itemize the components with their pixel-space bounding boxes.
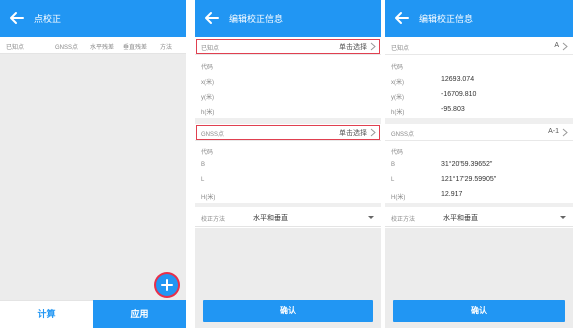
field-row: 代码 — [385, 143, 573, 158]
field-row: y(米) -16709.810 — [385, 88, 573, 103]
chevron-right-icon — [562, 128, 568, 137]
method-label: 校正方法 — [201, 217, 226, 223]
field-row: h(米) — [195, 103, 381, 118]
calibration-method-select[interactable]: 校正方法 水平和垂直 — [385, 207, 573, 227]
gnss-point-value: A-1 — [548, 128, 559, 135]
page-title: 编辑校正信息 — [229, 14, 284, 24]
column-header-vertical-residual: 垂直残差 — [123, 45, 148, 51]
page-title: 编辑校正信息 — [419, 14, 474, 24]
field-value: -95.803 — [441, 106, 465, 113]
back-arrow-icon[interactable] — [392, 8, 412, 28]
field-label: 代码 — [391, 65, 404, 71]
method-value: 水平和垂直 — [443, 215, 478, 222]
dropdown-arrow-icon — [368, 216, 374, 219]
app-header: 编辑校正信息 — [195, 0, 381, 37]
field-value: 12.917 — [441, 191, 463, 198]
field-row: L 121°17'29.59905" — [385, 173, 573, 188]
gnss-point-label: GNSS点 — [201, 132, 225, 138]
app-header: 点校正 — [0, 0, 186, 37]
field-label: L — [201, 177, 205, 183]
field-label: y(米) — [391, 95, 404, 101]
column-header-gnss-point: GNSS点 — [55, 45, 79, 51]
field-value: 121°17'29.59905" — [441, 176, 497, 183]
bottom-bar: 计算 应用 — [0, 300, 186, 328]
field-row: y(米) — [195, 88, 381, 103]
column-header-method: 方法 — [160, 45, 173, 51]
field-label: y(米) — [201, 95, 214, 101]
known-point-value: A — [554, 42, 559, 49]
chevron-right-icon — [562, 42, 568, 51]
calibration-list — [0, 54, 186, 300]
field-row: B 31°20'59.39652" — [385, 158, 573, 173]
field-label: H(米) — [201, 195, 216, 201]
known-point-action: 单击选择 — [339, 44, 367, 51]
confirm-button[interactable]: 确认 — [393, 300, 565, 322]
field-label: x(米) — [201, 80, 214, 86]
field-label: 代码 — [391, 150, 404, 156]
back-arrow-icon[interactable] — [202, 8, 222, 28]
gnss-point-action: 单击选择 — [339, 130, 367, 137]
field-row: 代码 — [195, 58, 381, 73]
field-row: H(米) 12.917 — [385, 188, 573, 203]
field-value: 12693.074 — [441, 76, 475, 83]
field-label: B — [391, 162, 396, 168]
table-header: 已知点 GNSS点 水平残差 垂直残差 方法 — [0, 37, 186, 54]
field-row: 代码 — [195, 143, 381, 158]
field-label: h(米) — [391, 110, 405, 116]
field-label: 代码 — [201, 65, 214, 71]
app-header: 编辑校正信息 — [385, 0, 573, 37]
field-row: B — [195, 158, 381, 173]
page-title: 点校正 — [34, 14, 62, 24]
apply-button[interactable]: 应用 — [93, 300, 186, 328]
field-label: 代码 — [201, 150, 214, 156]
known-point-selector[interactable]: 已知点 A — [385, 38, 573, 55]
method-label: 校正方法 — [391, 217, 416, 223]
known-point-selector[interactable]: 已知点 单击选择 — [195, 38, 381, 55]
back-arrow-icon[interactable] — [7, 8, 27, 28]
known-point-label: 已知点 — [201, 46, 220, 52]
field-row: x(米) 12693.074 — [385, 73, 573, 88]
column-header-horizontal-residual: 水平残差 — [90, 45, 115, 51]
field-row: H(米) — [195, 188, 381, 203]
calculate-button[interactable]: 计算 — [0, 300, 93, 328]
edit-calibration-screen-empty: 编辑校正信息 已知点 单击选择 代码 x(米) y(米) h(米) GNSS点 … — [195, 0, 381, 328]
add-point-button[interactable] — [156, 274, 178, 296]
dropdown-arrow-icon — [560, 216, 566, 219]
field-row: x(米) — [195, 73, 381, 88]
field-row: 代码 — [385, 58, 573, 73]
field-row: h(米) -95.803 — [385, 103, 573, 118]
gnss-point-label: GNSS点 — [391, 132, 415, 138]
column-header-known-point: 已知点 — [6, 45, 25, 51]
field-label: x(米) — [391, 80, 404, 86]
chevron-right-icon — [370, 42, 376, 51]
field-label: H(米) — [391, 195, 406, 201]
calibration-method-select[interactable]: 校正方法 水平和垂直 — [195, 207, 381, 227]
chevron-right-icon — [370, 128, 376, 137]
field-label: h(米) — [201, 110, 215, 116]
point-calibration-screen: 点校正 已知点 GNSS点 水平残差 垂直残差 方法 计算 应用 — [0, 0, 186, 328]
confirm-button[interactable]: 确认 — [203, 300, 373, 322]
field-row: L — [195, 173, 381, 188]
edit-calibration-screen-filled: 编辑校正信息 已知点 A 代码 x(米) 12693.074 y(米) -167… — [385, 0, 573, 328]
field-value: 31°20'59.39652" — [441, 161, 493, 168]
known-point-label: 已知点 — [391, 46, 410, 52]
gnss-point-selector[interactable]: GNSS点 单击选择 — [195, 124, 381, 141]
field-label: L — [391, 177, 395, 183]
field-value: -16709.810 — [441, 91, 477, 98]
method-value: 水平和垂直 — [253, 215, 288, 222]
field-label: B — [201, 162, 206, 168]
plus-icon — [161, 279, 173, 291]
gnss-point-selector[interactable]: GNSS点 A-1 — [385, 124, 573, 141]
